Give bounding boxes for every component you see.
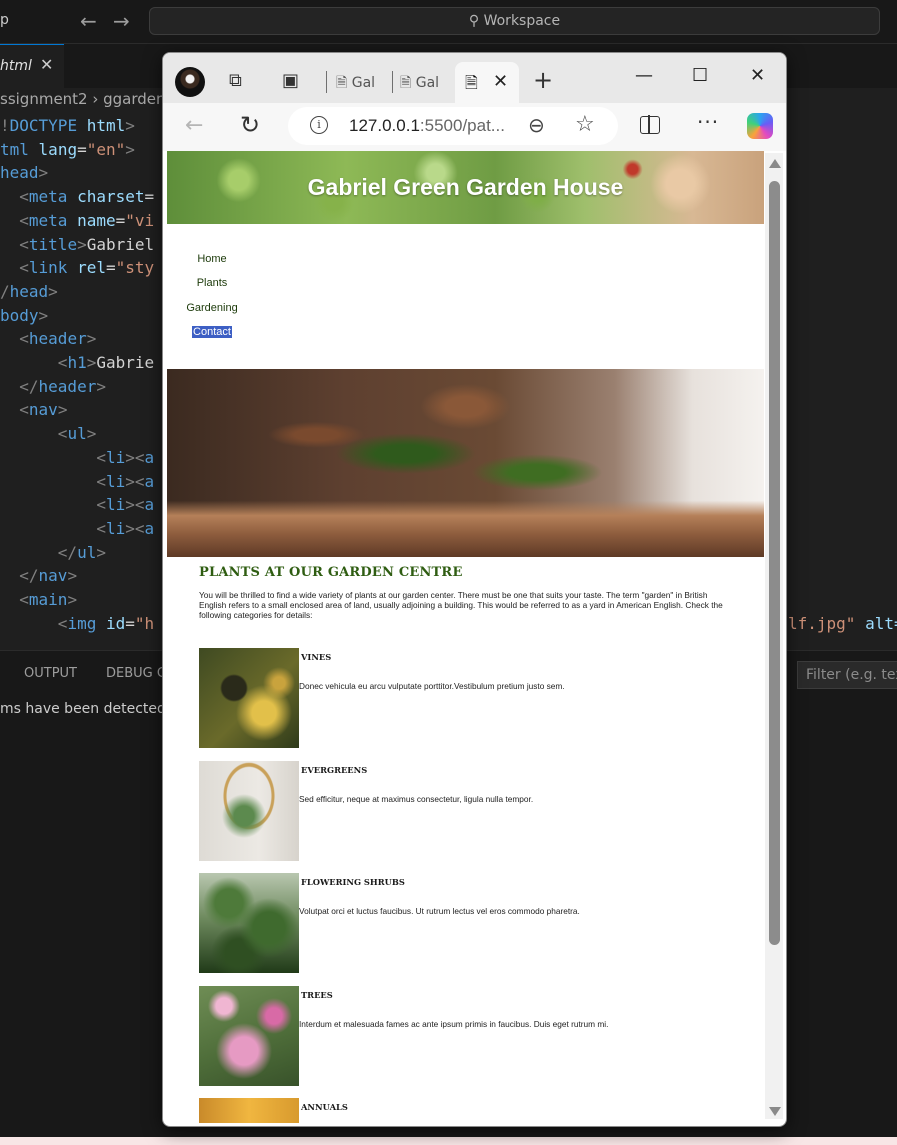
category-text: Interdum et malesuada fames ac ante ipsu… [299, 1019, 609, 1029]
browser-tab-strip: ⧉ ▣ 🗎 Gal 🗎 Gal 🗎 ✕ + — ☐ ✕ [163, 53, 786, 103]
collections-icon[interactable]: ⧉ [229, 70, 242, 91]
editor-tab-label: html [0, 58, 32, 74]
breadcrumb[interactable]: ssignment2 › ggarden2 [0, 90, 175, 108]
page-icon: 🗎 [400, 75, 412, 91]
back-arrow-icon[interactable]: ← [80, 9, 97, 33]
intro-paragraph: You will be thrilled to find a wide vari… [199, 590, 723, 620]
split-screen-icon[interactable] [640, 115, 660, 134]
browser-toolbar: ← ↻ i 127.0.0.1:5500/pat... ⊖ ☆ ··· [163, 103, 786, 151]
editor-tab-html[interactable]: html ✕ [0, 44, 64, 88]
category-trees: TREES Interdum et malesuada fames ac ant… [199, 986, 739, 1086]
page-icon: 🗎 [336, 75, 348, 91]
close-tab-icon[interactable]: ✕ [493, 71, 508, 92]
category-title: EVERGREENS [301, 765, 368, 775]
category-text: Volutpat orci et luctus faucibus. Ut rut… [299, 906, 580, 916]
url-path: :5500/pat... [419, 116, 505, 135]
browser-tab-label: Gal [351, 75, 376, 91]
zoom-out-icon[interactable]: ⊖ [528, 113, 545, 137]
more-options-icon[interactable]: ··· [697, 110, 719, 134]
forward-arrow-icon[interactable]: → [113, 9, 130, 33]
url-host: 127.0.0.1 [349, 116, 420, 135]
vscode-titlebar: p ← → ⚲ Workspace [0, 0, 897, 44]
close-icon[interactable]: ✕ [40, 55, 53, 74]
nav-link-home[interactable]: Home [167, 253, 257, 265]
category-title: TREES [301, 990, 333, 1000]
back-icon[interactable]: ← [185, 113, 203, 138]
vscode-app-title: p [0, 12, 9, 28]
category-text: Donec vehicula eu arcu vulputate porttit… [299, 681, 565, 691]
site-header: Gabriel Green Garden House [167, 151, 764, 224]
vertical-tabs-icon[interactable]: ▣ [282, 70, 299, 91]
trees-image [199, 986, 299, 1086]
profile-avatar[interactable] [175, 67, 205, 97]
tab-output[interactable]: OUTPUT [24, 666, 77, 681]
nav-link-gardening[interactable]: Gardening [167, 302, 257, 314]
copilot-icon[interactable] [747, 113, 773, 139]
annuals-image [199, 1098, 299, 1123]
nav-link-contact-label: Contact [192, 326, 232, 338]
problems-message: ms have been detected [0, 701, 166, 717]
site-title: Gabriel Green Garden House [307, 174, 624, 200]
minimize-icon[interactable]: — [635, 65, 653, 86]
category-vines: VINES Donec vehicula eu arcu vulputate p… [199, 648, 739, 748]
hero-image [167, 369, 764, 557]
favorite-star-icon[interactable]: ☆ [575, 112, 595, 137]
browser-tab-label: Gal [415, 75, 440, 91]
section-heading: PLANTS AT OUR GARDEN CENTRE [199, 565, 463, 580]
evergreens-image [199, 761, 299, 861]
scroll-up-arrow-icon[interactable] [769, 159, 781, 168]
reload-icon[interactable]: ↻ [240, 111, 260, 139]
status-bar [0, 1137, 897, 1145]
problems-filter-input[interactable]: Filter (e.g. text [797, 661, 897, 689]
flowering-shrubs-image [199, 873, 299, 973]
command-center-search[interactable]: ⚲ Workspace [149, 7, 880, 35]
tab-separator [392, 71, 393, 93]
url-text: 127.0.0.1:5500/pat... [349, 116, 505, 136]
browser-tab-2[interactable]: 🗎 Gal [400, 63, 439, 99]
new-tab-button[interactable]: + [533, 66, 553, 94]
vines-image [199, 648, 299, 748]
code-line-overflow: lf.jpg" alt= [788, 614, 897, 633]
browser-tab-active[interactable]: 🗎 ✕ [455, 62, 519, 103]
tab-debug-console[interactable]: DEBUG C [106, 666, 166, 681]
command-center-label: Workspace [483, 13, 561, 29]
search-icon: ⚲ [468, 13, 480, 29]
tab-separator [326, 71, 327, 93]
address-bar[interactable]: i 127.0.0.1:5500/pat... ⊖ ☆ [288, 107, 618, 145]
code-fragment-attr: alt= [865, 614, 897, 633]
page-icon: 🗎 [465, 73, 478, 92]
browser-window: ⧉ ▣ 🗎 Gal 🗎 Gal 🗎 ✕ + — ☐ ✕ ← ↻ i 127.0.… [162, 52, 787, 1127]
nav-link-plants[interactable]: Plants [167, 277, 257, 289]
close-window-icon[interactable]: ✕ [750, 65, 765, 86]
category-evergreens: EVERGREENS Sed efficitur, neque at maxim… [199, 761, 739, 861]
category-annuals: ANNUALS [199, 1098, 739, 1123]
category-title: FLOWERING SHRUBS [301, 877, 405, 887]
code-fragment: lf.jpg" [788, 614, 856, 633]
scroll-down-arrow-icon[interactable] [769, 1107, 781, 1116]
info-icon[interactable]: i [310, 116, 328, 134]
maximize-icon[interactable]: ☐ [692, 65, 708, 86]
code-editor[interactable]: !DOCTYPE html> tml lang="en"> head> <met… [0, 114, 154, 635]
scrollbar-thumb[interactable] [769, 181, 780, 945]
category-title: VINES [301, 652, 332, 662]
page-scrollbar[interactable] [765, 153, 783, 1119]
category-title: ANNUALS [301, 1102, 348, 1112]
category-text: Sed efficitur, neque at maximus consecte… [299, 794, 534, 804]
nav-link-contact[interactable]: Contact [167, 326, 257, 338]
page-viewport[interactable]: Gabriel Green Garden House Home Plants G… [167, 151, 764, 1123]
category-flowering-shrubs: FLOWERING SHRUBS Volutpat orci et luctus… [199, 873, 739, 973]
browser-tab-1[interactable]: 🗎 Gal [336, 63, 375, 99]
